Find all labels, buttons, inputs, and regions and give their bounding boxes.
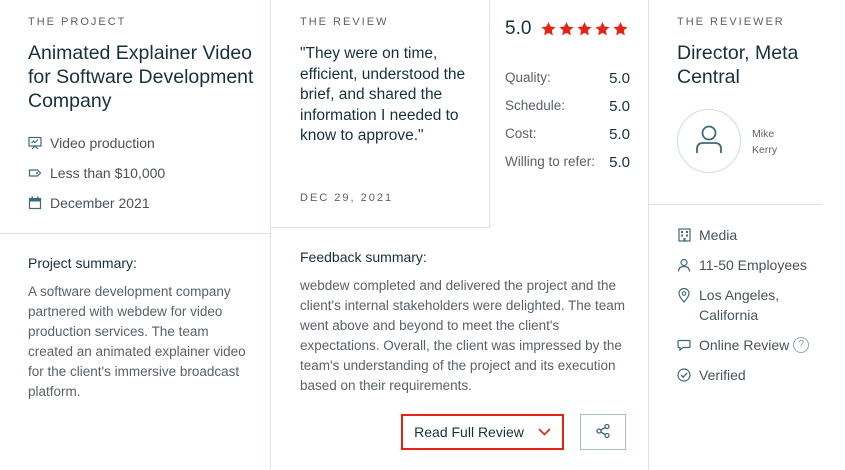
feedback-summary-text: webdew completed and delivered the proje… bbox=[300, 278, 626, 393]
divider-review-reviewer bbox=[648, 0, 649, 470]
read-full-review-label: Read Full Review bbox=[414, 424, 524, 440]
building-icon bbox=[677, 225, 691, 245]
divider-quote-ratings bbox=[489, 0, 490, 228]
rating-row-schedule: Schedule: 5.0 bbox=[505, 98, 630, 115]
rating-value: 5.0 bbox=[609, 126, 630, 143]
reviewer-industry-text: Media bbox=[699, 227, 738, 243]
person-icon bbox=[677, 255, 691, 275]
divider-reviewer-info bbox=[648, 204, 822, 205]
rating-row-willing-to-refer: Willing to refer: 5.0 bbox=[505, 154, 630, 171]
help-icon[interactable]: ? bbox=[793, 337, 810, 353]
reviewer-size-text: 11-50 Employees bbox=[699, 257, 807, 273]
rating-row-quality: Quality: 5.0 bbox=[505, 70, 630, 87]
reviewer-verified-row: Verified bbox=[677, 365, 746, 385]
review-date: DEC 29, 2021 bbox=[300, 192, 394, 204]
reviewer-review-type-row: Online Review ? bbox=[677, 335, 810, 355]
overall-score: 5.0 bbox=[505, 18, 532, 39]
project-budget-text: Less than $10,000 bbox=[50, 165, 166, 181]
project-summary-text: A software development company partnered… bbox=[28, 284, 246, 399]
reviewer-location-row: Los Angeles, California bbox=[677, 285, 799, 325]
feedback-summary-heading: Feedback summary: bbox=[300, 249, 427, 265]
reviewer-name: Mike Kerry bbox=[752, 126, 792, 158]
share-button[interactable] bbox=[580, 414, 626, 450]
reviewer-verified-text: Verified bbox=[699, 367, 746, 383]
review-quote: "They were on time, efficient, understoo… bbox=[300, 45, 466, 144]
project-section-label: THE PROJECT bbox=[28, 16, 127, 28]
rating-value: 5.0 bbox=[609, 98, 630, 115]
project-date-text: December 2021 bbox=[50, 195, 150, 211]
star-icon bbox=[595, 22, 610, 36]
user-icon bbox=[692, 122, 726, 161]
reviewer-section-label: THE REVIEWER bbox=[677, 16, 785, 28]
star-icon bbox=[613, 22, 628, 36]
star-icon bbox=[559, 22, 574, 36]
chat-bubble-icon bbox=[677, 335, 691, 355]
calendar-icon bbox=[28, 196, 42, 210]
avatar bbox=[677, 109, 741, 173]
reviewer-review-type-text: Online Review bbox=[699, 337, 790, 353]
reviewer-industry-row: Media bbox=[677, 225, 737, 245]
read-full-review-button[interactable]: Read Full Review bbox=[401, 414, 564, 450]
divider-project-summary bbox=[0, 233, 270, 234]
rating-label: Willing to refer: bbox=[505, 154, 596, 169]
star-icon bbox=[541, 22, 556, 36]
divider-review-feedback bbox=[270, 227, 489, 228]
rating-label: Cost: bbox=[505, 126, 537, 141]
rating-label: Quality: bbox=[505, 70, 551, 85]
project-summary-heading: Project summary: bbox=[28, 255, 137, 271]
reviewer-last-name: Kerry bbox=[752, 144, 778, 156]
project-title: Animated Explainer Video for Software De… bbox=[28, 42, 254, 112]
star-icon bbox=[577, 22, 592, 36]
chevron-down-icon bbox=[538, 428, 551, 436]
divider-project-review bbox=[270, 0, 271, 470]
reviewer-location-text: Los Angeles, California bbox=[699, 287, 780, 323]
star-rating bbox=[540, 21, 629, 37]
share-icon bbox=[595, 423, 611, 442]
project-service-row: Video production bbox=[28, 135, 155, 151]
rating-row-cost: Cost: 5.0 bbox=[505, 126, 630, 143]
verified-check-icon bbox=[677, 365, 691, 385]
project-budget-row: Less than $10,000 bbox=[28, 165, 165, 181]
location-pin-icon bbox=[677, 285, 691, 305]
project-service-text: Video production bbox=[50, 135, 155, 151]
project-date-row: December 2021 bbox=[28, 195, 150, 211]
reviewer-title: Director, Meta Central bbox=[677, 42, 799, 88]
rating-value: 5.0 bbox=[609, 70, 630, 87]
rating-label: Schedule: bbox=[505, 98, 566, 113]
review-section-label: THE REVIEW bbox=[300, 16, 389, 28]
video-production-icon bbox=[28, 136, 42, 150]
rating-value: 5.0 bbox=[609, 154, 630, 171]
reviewer-size-row: 11-50 Employees bbox=[677, 255, 807, 275]
reviewer-first-name: Mike bbox=[752, 128, 775, 140]
price-tag-icon bbox=[28, 166, 42, 180]
overall-rating: 5.0 bbox=[505, 18, 629, 40]
